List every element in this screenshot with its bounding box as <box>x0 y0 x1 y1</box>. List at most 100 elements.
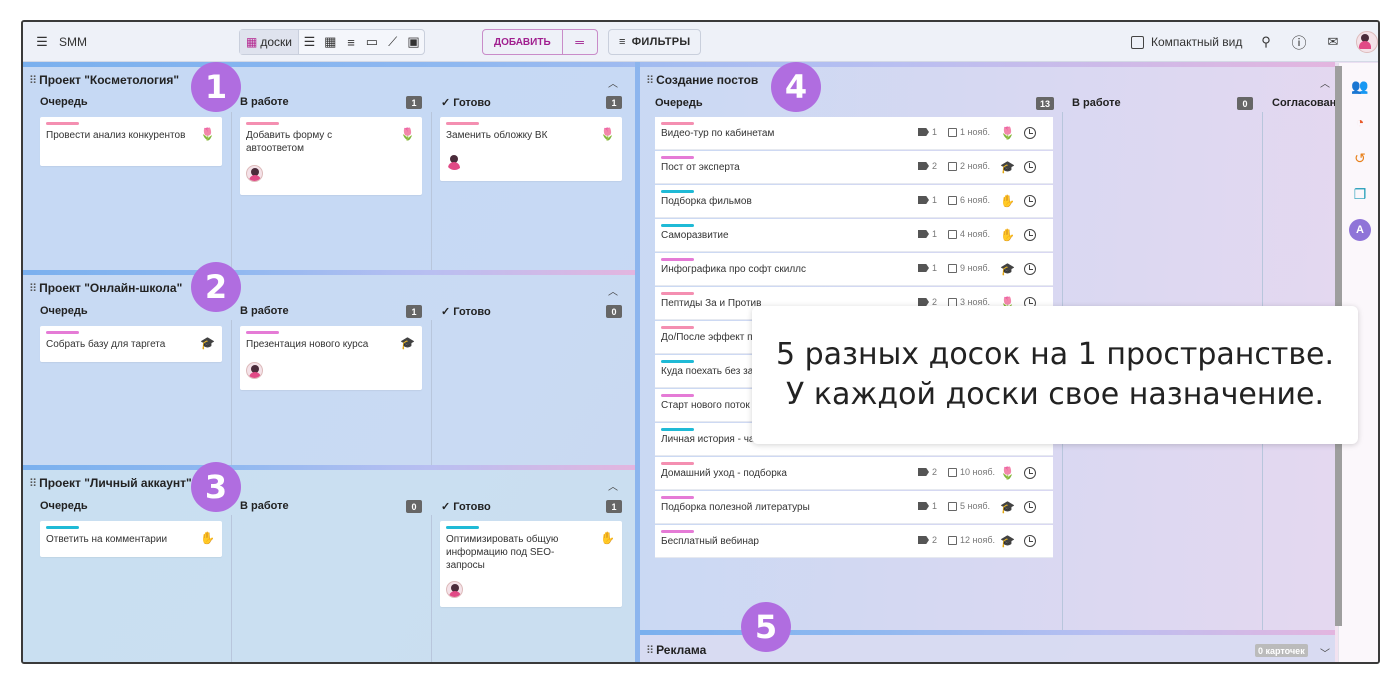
clock-icon[interactable] <box>1024 195 1036 207</box>
tag-count: 2 <box>932 535 938 545</box>
tag-count: 1 <box>932 501 938 511</box>
view-gantt-button[interactable]: ≡ <box>341 29 362 55</box>
post-title: Куда поехать без за <box>661 366 754 377</box>
cap-icon: 🎓 <box>1000 534 1015 548</box>
timer-icon[interactable]: ◔ <box>1351 113 1369 131</box>
tag-icon <box>918 264 929 272</box>
mail-button[interactable]: ✉ <box>1320 29 1346 55</box>
filter-icon: ≡ <box>619 36 626 48</box>
clock-icon[interactable] <box>1024 161 1036 173</box>
add-menu-button[interactable]: ═ <box>563 35 597 49</box>
post-title: Личная история - ча <box>661 434 755 445</box>
clock-icon[interactable] <box>1024 263 1036 275</box>
column-divider <box>431 112 432 270</box>
add-button[interactable]: ДОБАВИТЬ <box>483 30 563 54</box>
search-button[interactable]: ⚲ <box>1253 29 1279 55</box>
task-card[interactable]: Заменить обложку ВК 🌷 <box>440 117 622 181</box>
task-card[interactable]: Собрать базу для таргета 🎓 <box>40 326 222 362</box>
column-header: ✓ Готово <box>441 306 491 318</box>
view-calendar-button[interactable]: ▭ <box>361 29 382 55</box>
card-color-stripe <box>661 122 694 125</box>
post-meta: 1 4 нояб. <box>918 229 990 239</box>
post-meta: 1 1 нояб. <box>918 127 990 137</box>
help-button[interactable]: ⓘ <box>1286 29 1312 55</box>
board-title: Реклама <box>656 643 707 657</box>
drag-handle-icon[interactable]: ⠿ <box>29 282 37 295</box>
tag-count: 2 <box>932 161 938 171</box>
post-meta: 2 2 нояб. <box>918 161 990 171</box>
callout-line-1: 5 разных досок на 1 пространстве. <box>775 337 1335 372</box>
menu-button[interactable]: ☰ <box>29 29 55 55</box>
drag-handle-icon[interactable]: ⠿ <box>29 477 37 490</box>
card-color-stripe <box>661 530 694 533</box>
user-avatar[interactable] <box>1356 31 1378 53</box>
copy-icon[interactable]: ❐ <box>1351 185 1369 203</box>
collapse-chevron-icon[interactable]: ︿ <box>1320 75 1330 90</box>
post-row[interactable]: Пост от эксперта 2 2 нояб. 🎓 <box>655 151 1053 184</box>
compact-checkbox[interactable] <box>1131 35 1144 49</box>
task-card[interactable]: Ответить на комментарии ✋ <box>40 521 222 557</box>
history-icon[interactable]: ↺ <box>1351 149 1369 167</box>
compact-view-toggle[interactable]: Компактный вид <box>1131 29 1242 55</box>
view-table-button[interactable]: ▦ <box>320 29 341 55</box>
assignee-avatar <box>446 581 463 598</box>
card-color-stripe <box>246 331 279 334</box>
view-chart-button[interactable]: ⟋ <box>382 29 403 55</box>
task-card[interactable]: Оптимизировать общую информацию под SEO-… <box>440 521 622 607</box>
post-title: Видео-тур по кабинетам <box>661 128 775 139</box>
card-color-stripe <box>661 394 694 397</box>
clock-icon[interactable] <box>1024 127 1036 139</box>
column-header: В работе <box>1072 97 1121 109</box>
cap-icon: 🎓 <box>1000 160 1015 174</box>
post-row[interactable]: Саморазвитие 1 4 нояб. ✋ <box>655 219 1053 252</box>
drag-handle-icon[interactable]: ⠿ <box>646 644 654 657</box>
column-header: ✓ Готово <box>441 501 491 513</box>
view-list-button[interactable]: ☰ <box>299 29 320 55</box>
due-date: 6 нояб. <box>960 195 991 205</box>
members-icon[interactable]: 👥 <box>1351 77 1369 95</box>
column-header: Очередь <box>40 305 88 317</box>
view-archive-button[interactable]: ▣ <box>403 29 424 55</box>
post-row[interactable]: Подборка полезной литературы 1 5 нояб. 🎓 <box>655 491 1053 524</box>
column-header: В работе <box>240 305 289 317</box>
task-card[interactable]: Добавить форму с автоответом 🌷 <box>240 117 422 195</box>
collapse-chevron-icon[interactable]: ︿ <box>608 283 618 298</box>
clock-icon[interactable] <box>1024 501 1036 513</box>
post-title: Пост от эксперта <box>661 162 740 173</box>
post-row[interactable]: Инфографика про софт скиллс 1 9 нояб. 🎓 <box>655 253 1053 286</box>
post-row[interactable]: Подборка фильмов 1 6 нояб. ✋ <box>655 185 1053 218</box>
task-card[interactable]: Провести анализ конкурентов 🌷 <box>40 117 222 166</box>
board-header: ⠿ Реклама <box>646 643 706 657</box>
clock-icon[interactable] <box>1024 467 1036 479</box>
drag-handle-icon[interactable]: ⠿ <box>646 74 654 87</box>
post-row[interactable]: Видео-тур по кабинетам 1 1 нояб. 🌷 <box>655 117 1053 150</box>
due-date: 9 нояб. <box>960 263 991 273</box>
post-row[interactable]: Бесплатный вебинар 2 12 нояб. 🎓 <box>655 525 1053 558</box>
top-toolbar: ☰ SMM ▦ доски ☰ ▦ ≡ ▭ ⟋ ▣ ДОБАВИТЬ ═ ≡ Ф… <box>23 22 1378 62</box>
column-divider <box>231 112 232 270</box>
drag-handle-icon[interactable]: ⠿ <box>29 74 37 87</box>
expand-chevron-icon[interactable]: ﹀ <box>1320 645 1330 660</box>
view-boards-button[interactable]: ▦ доски <box>240 30 299 54</box>
filters-button[interactable]: ≡ ФИЛЬТРЫ <box>608 29 702 55</box>
clock-icon[interactable] <box>1024 229 1036 241</box>
post-row[interactable]: Домашний уход - подборка 2 10 нояб. 🌷 <box>655 457 1053 490</box>
post-meta: 1 9 нояб. <box>918 263 990 273</box>
board-title: Проект "Личный аккаунт" <box>39 476 192 490</box>
automation-icon[interactable]: A <box>1349 219 1371 241</box>
tag-icon <box>918 502 929 510</box>
compact-label: Компактный вид <box>1151 35 1243 49</box>
clock-icon[interactable] <box>1024 535 1036 547</box>
board-header: ⠿ Проект "Косметология" <box>29 73 179 87</box>
tag-count: 1 <box>932 127 938 137</box>
collapse-chevron-icon[interactable]: ︿ <box>608 75 618 90</box>
column-count: 1 <box>606 500 622 513</box>
task-card[interactable]: Презентация нового курса 🎓 <box>240 326 422 390</box>
column-divider <box>231 320 232 465</box>
calendar-icon <box>948 535 958 545</box>
card-color-stripe <box>246 122 279 125</box>
column-header: Очередь <box>655 97 703 109</box>
collapse-chevron-icon[interactable]: ︿ <box>608 478 618 493</box>
board-header: ⠿ Проект "Личный аккаунт" <box>29 476 192 490</box>
boards-icon: ▦ <box>246 35 258 49</box>
